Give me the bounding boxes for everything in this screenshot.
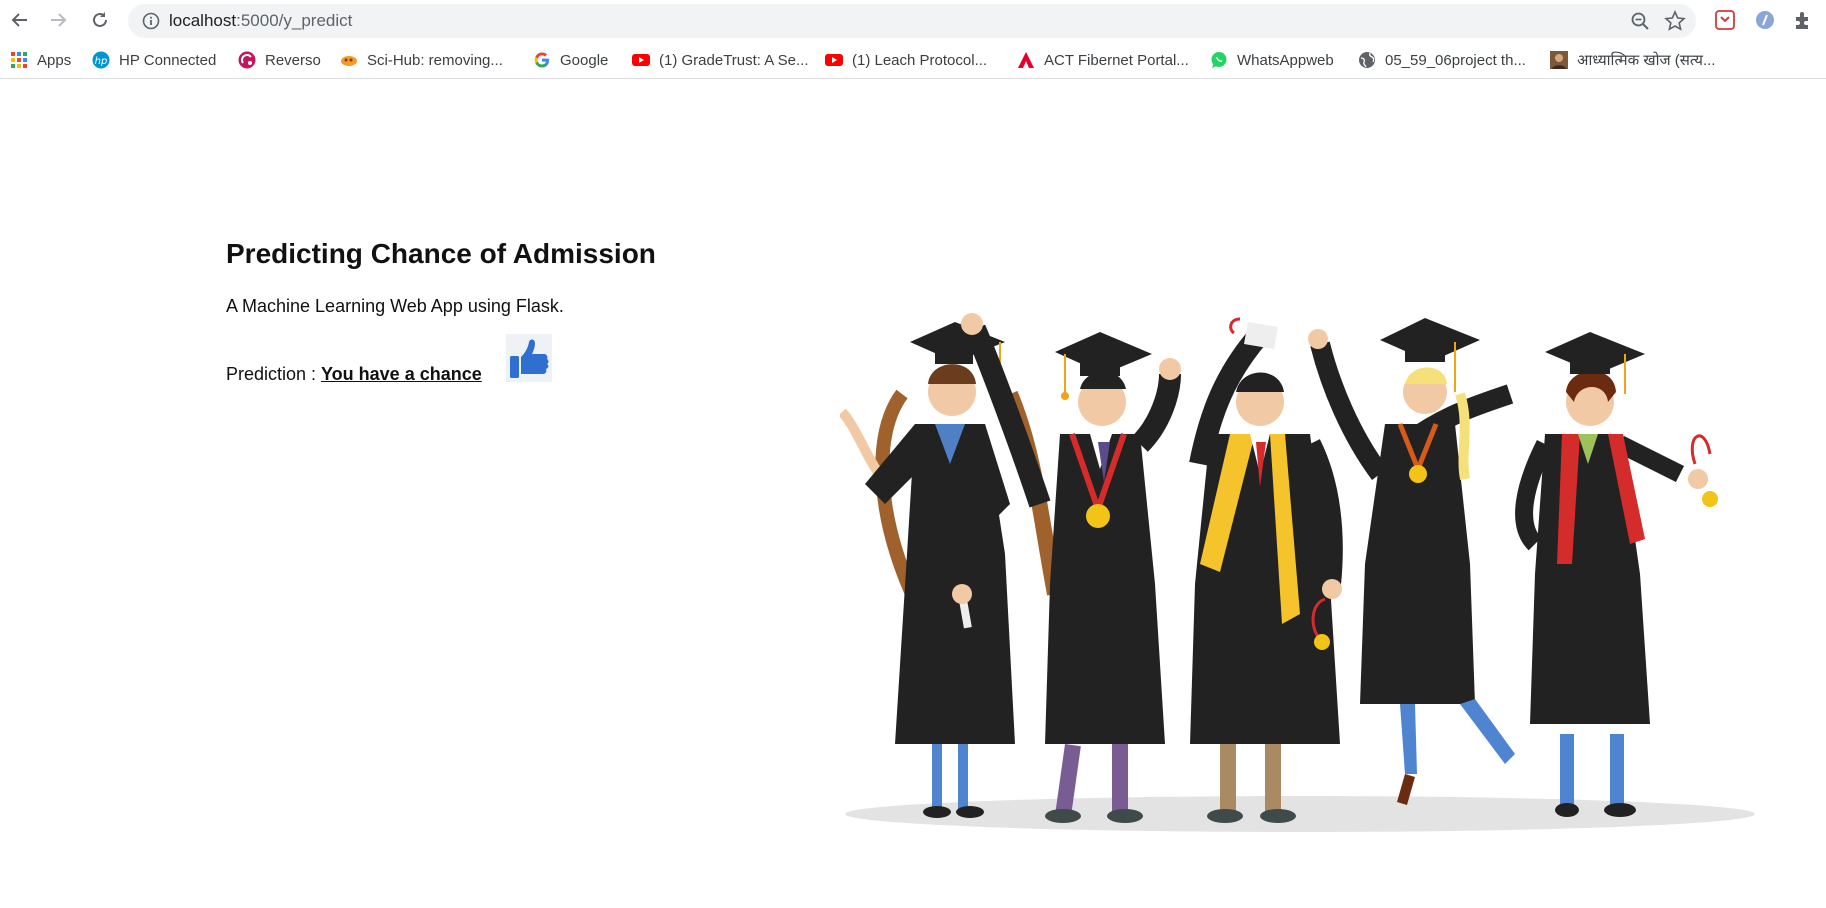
graduates-illustration [840,313,1755,832]
bookmark-label: Apps [37,51,72,69]
bookmark-label: Google [560,51,609,69]
url-text[interactable]: localhost:5000/y_predict [169,11,352,31]
avatar-icon [1550,51,1568,69]
prediction-label: Prediction : [226,364,317,384]
bookmark-label: आध्यात्मिक खोज (सत्य... [1577,52,1716,69]
bookmark-project[interactable]: 05_59_06project th... [1358,50,1526,70]
bookmark-reverso[interactable]: Reverso [238,50,321,70]
bookmark-label: Reverso [265,51,321,69]
info-icon[interactable] [142,12,160,30]
graduate-3 [1189,317,1343,823]
whatsapp-icon [1210,51,1228,69]
hp-logo-icon: hp [92,51,110,69]
page-subtitle: A Machine Learning Web App using Flask. [226,296,564,316]
reload-icon[interactable] [86,6,114,34]
bookmark-apps[interactable]: Apps [10,50,71,70]
bookmark-whatsappweb[interactable]: WhatsAppweb [1210,50,1334,70]
scihub-icon [340,51,358,69]
reverso-icon [238,51,256,69]
page-content: Predicting Chance of Admission A Machine… [0,84,1826,908]
globe-icon [1358,51,1376,69]
bookmark-leach-protocol[interactable]: (1) Leach Protocol... [825,50,987,70]
bookmark-hp-connected[interactable]: hp HP Connected [92,50,216,70]
svg-text:hp: hp [95,56,108,67]
bookmark-label: (1) GradeTrust: A Se... [659,51,809,69]
bookmark-gradetrust[interactable]: (1) GradeTrust: A Se... [632,50,809,70]
bookmark-label: HP Connected [119,51,217,69]
bookmark-label: ACT Fibernet Portal... [1044,51,1189,69]
zoom-icon[interactable] [1630,11,1650,31]
graduate-5 [1515,332,1718,817]
address-bar[interactable]: localhost:5000/y_predict [128,4,1696,38]
back-icon[interactable] [6,6,34,34]
bookmark-label: WhatsAppweb [1237,51,1334,69]
prediction-result: You have a chance [321,364,482,384]
bookmark-label: Sci-Hub: removing... [367,51,503,69]
pocket-extension-icon[interactable] [1714,9,1736,31]
url-path: :5000/y_predict [236,11,353,30]
google-icon [533,51,551,69]
bookmark-adhyatmik[interactable]: आध्यात्मिक खोज (सत्य... [1550,50,1715,70]
extensions-icon[interactable] [1792,9,1814,31]
youtube-icon [825,51,843,69]
bookmark-act-fibernet[interactable]: ACT Fibernet Portal... [1017,50,1189,70]
bookmark-google[interactable]: Google [533,50,608,70]
speed-extension-icon[interactable] [1754,9,1776,31]
act-logo-icon [1017,51,1035,69]
page-title: Predicting Chance of Admission [226,238,656,269]
bookmark-scihub[interactable]: Sci-Hub: removing... [340,50,503,70]
browser-toolbar: localhost:5000/y_predict [0,0,1826,40]
thumbs-up-icon [506,334,552,382]
apps-grid-icon [10,51,28,69]
forward-icon[interactable] [44,6,72,34]
bookmark-label: (1) Leach Protocol... [852,51,988,69]
youtube-icon [632,51,650,69]
star-icon[interactable] [1664,10,1686,32]
bookmarks-bar: Apps hp HP Connected Reverso Sci-Hub: re… [0,42,1826,79]
bookmark-label: 05_59_06project th... [1385,51,1526,69]
url-host: localhost [169,11,237,30]
graduate-1 [840,322,1063,818]
